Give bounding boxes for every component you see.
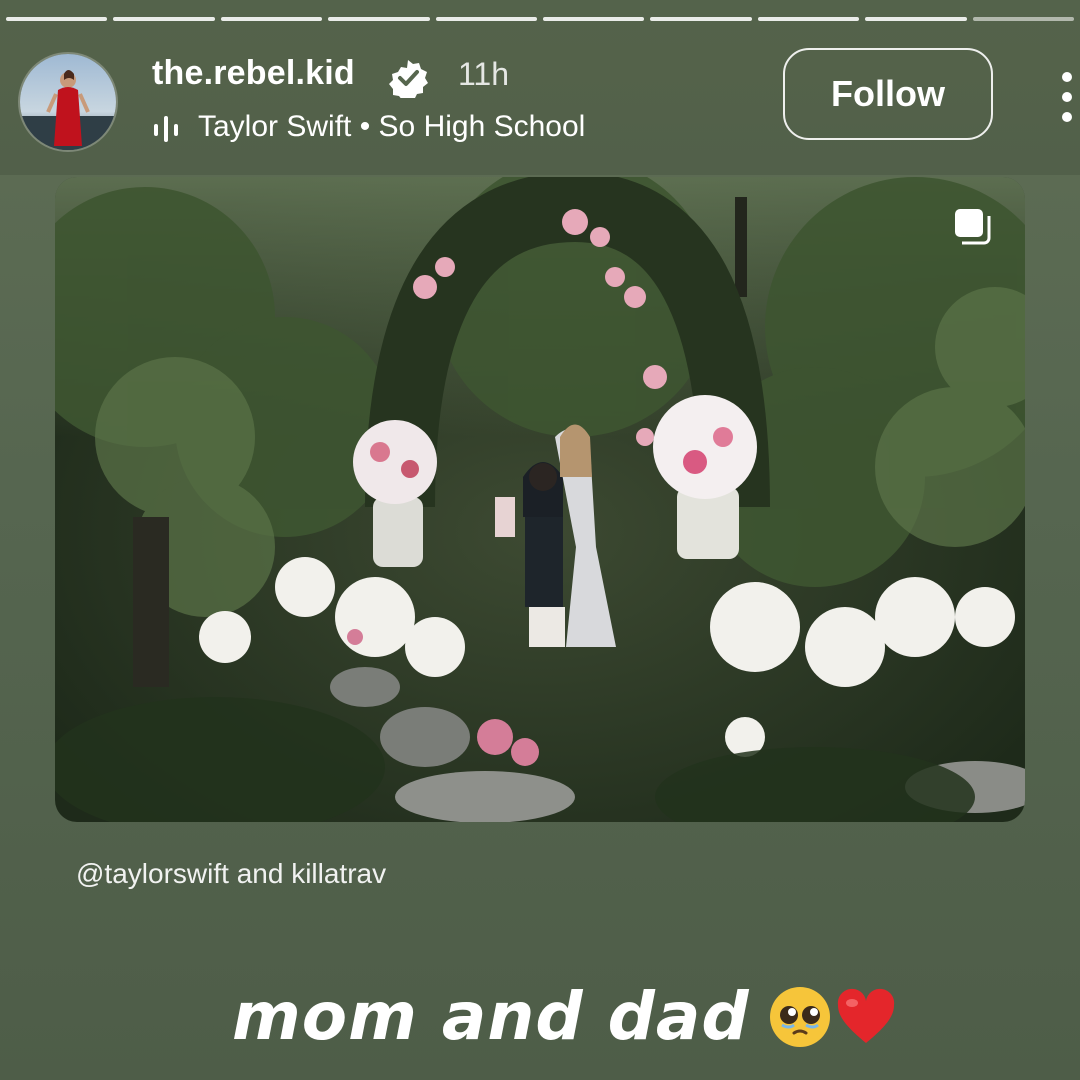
follow-button[interactable]: Follow bbox=[783, 48, 993, 140]
story-progress-segment bbox=[543, 17, 645, 21]
story-caption: mom and dad bbox=[232, 978, 750, 1055]
story-header: the.rebel.kid 11h Taylor Swift • So High… bbox=[0, 48, 1080, 168]
music-track[interactable]: Taylor Swift • So High School bbox=[198, 110, 585, 144]
story-progress-segment bbox=[113, 17, 215, 21]
story-progress-segment bbox=[435, 17, 537, 21]
post-time: 11h bbox=[458, 56, 510, 92]
mention-second[interactable]: killatrav bbox=[291, 858, 386, 889]
verified-badge-icon bbox=[389, 60, 428, 98]
pleading-face-icon bbox=[769, 987, 830, 1047]
story-progress-bar bbox=[0, 17, 1080, 23]
mention-connector: and bbox=[236, 858, 284, 889]
story-progress-segment bbox=[865, 17, 967, 21]
story-progress-segment bbox=[650, 17, 752, 21]
mention-user[interactable]: @taylorswift bbox=[76, 858, 229, 889]
avatar[interactable] bbox=[18, 52, 118, 152]
shared-post-photo[interactable] bbox=[55, 177, 1025, 822]
story-progress-segment bbox=[6, 17, 108, 21]
more-vertical-icon[interactable] bbox=[1058, 72, 1078, 144]
post-mention[interactable]: @taylorswift and killatrav bbox=[76, 858, 386, 890]
story-progress-segment bbox=[328, 17, 430, 21]
story-progress-segment bbox=[972, 17, 1074, 21]
red-heart-icon bbox=[837, 988, 894, 1043]
music-bars-icon bbox=[154, 116, 178, 142]
username[interactable]: the.rebel.kid bbox=[152, 54, 355, 93]
story-progress-segment bbox=[220, 17, 323, 21]
story-progress-segment bbox=[757, 17, 860, 21]
multi-photo-icon bbox=[955, 209, 991, 245]
